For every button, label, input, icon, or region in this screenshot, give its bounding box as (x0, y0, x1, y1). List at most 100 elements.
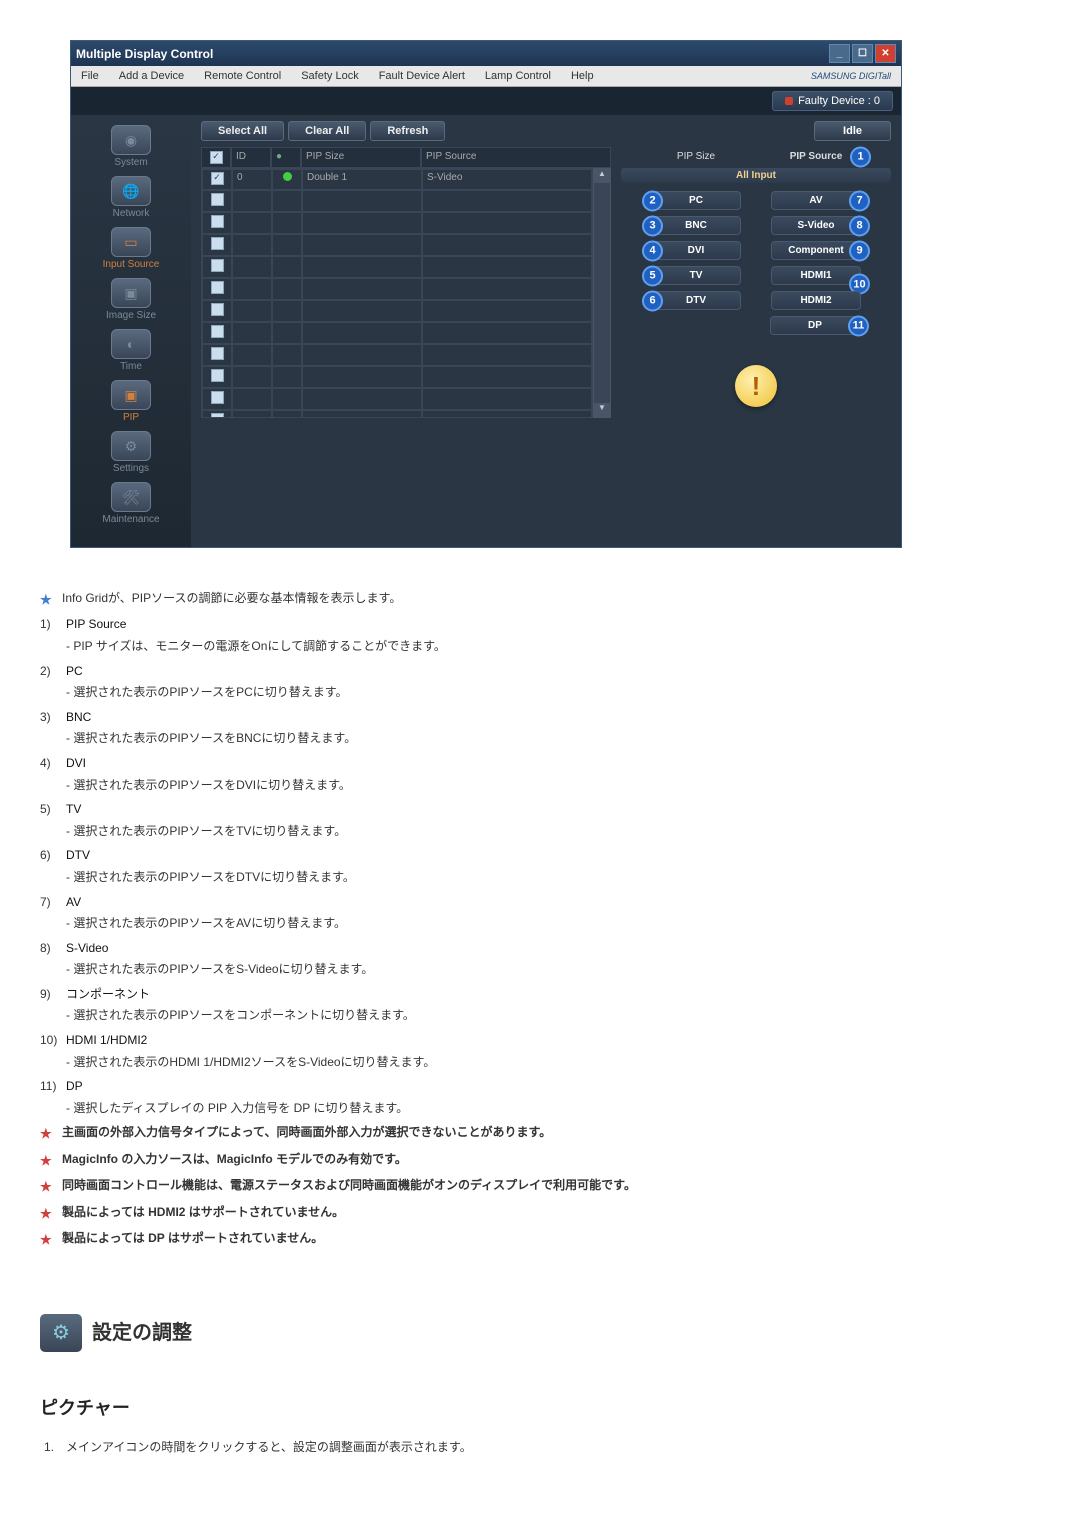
status-dot-icon (283, 172, 292, 181)
table-row (202, 300, 592, 322)
menu-safety-lock[interactable]: Safety Lock (291, 66, 368, 86)
sidebar-item-time[interactable]: ◐Time (71, 327, 191, 374)
idle-button[interactable]: Idle (814, 121, 891, 141)
btn-pc[interactable]: 2PC (651, 191, 741, 210)
step-number: 1. (44, 1437, 60, 1459)
sidebar-item-maintenance[interactable]: 🛠Maintenance (71, 480, 191, 527)
close-icon[interactable]: ✕ (875, 44, 896, 63)
menu-remote-control[interactable]: Remote Control (194, 66, 291, 86)
maximize-icon[interactable]: ☐ (852, 44, 873, 63)
star-icon: ★ (40, 1122, 56, 1145)
btn-dp[interactable]: DP11 (770, 316, 860, 335)
fault-bar: Faulty Device : 0 (71, 87, 901, 115)
sidebar-item-input-source[interactable]: ▭Input Source (71, 225, 191, 272)
btn-svideo[interactable]: S-Video8 (771, 216, 861, 235)
menubar: File Add a Device Remote Control Safety … (71, 66, 901, 87)
table-row (202, 212, 592, 234)
menu-file[interactable]: File (71, 66, 109, 86)
col-pip-size[interactable]: PIP Size (301, 147, 421, 168)
sidebar-item-image-size[interactable]: ▣Image Size (71, 276, 191, 323)
note: MagicInfo の入力ソースは、MagicInfo モデルでのみ有効です。 (62, 1149, 407, 1171)
star-icon: ★ (40, 1175, 56, 1198)
item-title: PIP Source (66, 614, 446, 636)
col-status[interactable]: ● (271, 147, 301, 168)
time-icon: ◐ (111, 329, 151, 359)
input-source-icon: ▭ (111, 227, 151, 257)
refresh-button[interactable]: Refresh (370, 121, 445, 141)
fault-indicator-icon (785, 97, 793, 105)
row-checkbox[interactable]: ✓ (211, 172, 224, 185)
table-row (202, 234, 592, 256)
cell-id: 0 (232, 169, 272, 190)
pip-icon: ▣ (111, 380, 151, 410)
table-row (202, 322, 592, 344)
menu-help[interactable]: Help (561, 66, 604, 86)
scrollbar[interactable]: ▲ ▼ (593, 168, 611, 418)
table-row (202, 366, 592, 388)
app-window: Multiple Display Control _ ☐ ✕ File Add … (70, 40, 902, 548)
col-check[interactable]: ✓ (201, 147, 231, 168)
sidebar-item-network[interactable]: 🌐Network (71, 174, 191, 221)
table-row (202, 388, 592, 410)
menu-add-device[interactable]: Add a Device (109, 66, 194, 86)
warning-icon: ! (735, 365, 777, 407)
document-body: ★ Info Gridが、PIPソースの調節に必要な基本情報を表示します。 1)… (40, 588, 940, 1458)
note: 主画面の外部入力信号タイプによって、同時画面外部入力が選択できないことがあります… (62, 1122, 551, 1144)
table-row (202, 190, 592, 212)
label-pip-source: PIP Source 1 (771, 151, 861, 162)
btn-av[interactable]: AV7 (771, 191, 861, 210)
btn-hdmi1[interactable]: HDMI110 (771, 266, 861, 285)
table-row[interactable]: ✓ 0 Double 1 S-Video (202, 169, 592, 190)
pip-source-panel: PIP Size PIP Source 1 All Input 2PC AV7 … (611, 147, 901, 547)
system-icon: ◉ (111, 125, 151, 155)
btn-tv[interactable]: 5TV (651, 266, 741, 285)
btn-hdmi2[interactable]: HDMI2 (771, 291, 861, 310)
cell-size: Double 1 (302, 169, 422, 190)
image-size-icon: ▣ (111, 278, 151, 308)
minimize-icon[interactable]: _ (829, 44, 850, 63)
item-desc: - PIP サイズは、モニターの電源をOnにして調節することができます。 (66, 636, 446, 658)
btn-component[interactable]: Component9 (771, 241, 861, 260)
note: 製品によっては DP はサポートされていません。 (62, 1228, 323, 1250)
network-icon: 🌐 (111, 176, 151, 206)
star-icon: ★ (40, 588, 56, 611)
settings-icon: ⚙ (111, 431, 151, 461)
all-input-label: All Input (621, 168, 891, 183)
badge-1: 1 (850, 146, 871, 167)
titlebar: Multiple Display Control _ ☐ ✕ (71, 41, 901, 66)
label-pip-size: PIP Size (651, 151, 741, 162)
settings-section-icon: ⚙ (40, 1314, 82, 1352)
note: 同時画面コントロール機能は、電源ステータスおよび同時画面機能がオンのディスプレイ… (62, 1175, 636, 1197)
table-row (202, 278, 592, 300)
step-text: メインアイコンの時間をクリックすると、設定の調整画面が表示されます。 (66, 1437, 472, 1459)
btn-bnc[interactable]: 3BNC (651, 216, 741, 235)
star-icon: ★ (40, 1228, 56, 1251)
window-title: Multiple Display Control (76, 47, 213, 61)
star-icon: ★ (40, 1202, 56, 1225)
scroll-up-icon[interactable]: ▲ (594, 169, 610, 183)
note: 製品によっては HDMI2 はサポートされていません。 (62, 1202, 344, 1224)
btn-dtv[interactable]: 6DTV (651, 291, 741, 310)
fault-label: Faulty Device : 0 (798, 95, 880, 107)
cell-source: S-Video (422, 169, 592, 190)
section-title: 設定の調整 (92, 1315, 192, 1351)
menu-fault-alert[interactable]: Fault Device Alert (369, 66, 475, 86)
col-pip-source[interactable]: PIP Source (421, 147, 611, 168)
table-row (202, 256, 592, 278)
table-row (202, 344, 592, 366)
faulty-device-button[interactable]: Faulty Device : 0 (772, 91, 893, 111)
scroll-down-icon[interactable]: ▼ (594, 403, 610, 417)
subsection-title: ピクチャー (40, 1392, 940, 1424)
maintenance-icon: 🛠 (111, 482, 151, 512)
device-grid: ✓ ID ● PIP Size PIP Source ✓ 0 Double (191, 147, 611, 547)
sidebar-item-settings[interactable]: ⚙Settings (71, 429, 191, 476)
btn-dvi[interactable]: 4DVI (651, 241, 741, 260)
select-all-button[interactable]: Select All (201, 121, 284, 141)
row-checkbox[interactable] (211, 193, 224, 206)
star-icon: ★ (40, 1149, 56, 1172)
sidebar-item-pip[interactable]: ▣PIP (71, 378, 191, 425)
menu-lamp-control[interactable]: Lamp Control (475, 66, 561, 86)
col-id[interactable]: ID (231, 147, 271, 168)
clear-all-button[interactable]: Clear All (288, 121, 366, 141)
sidebar-item-system[interactable]: ◉System (71, 123, 191, 170)
